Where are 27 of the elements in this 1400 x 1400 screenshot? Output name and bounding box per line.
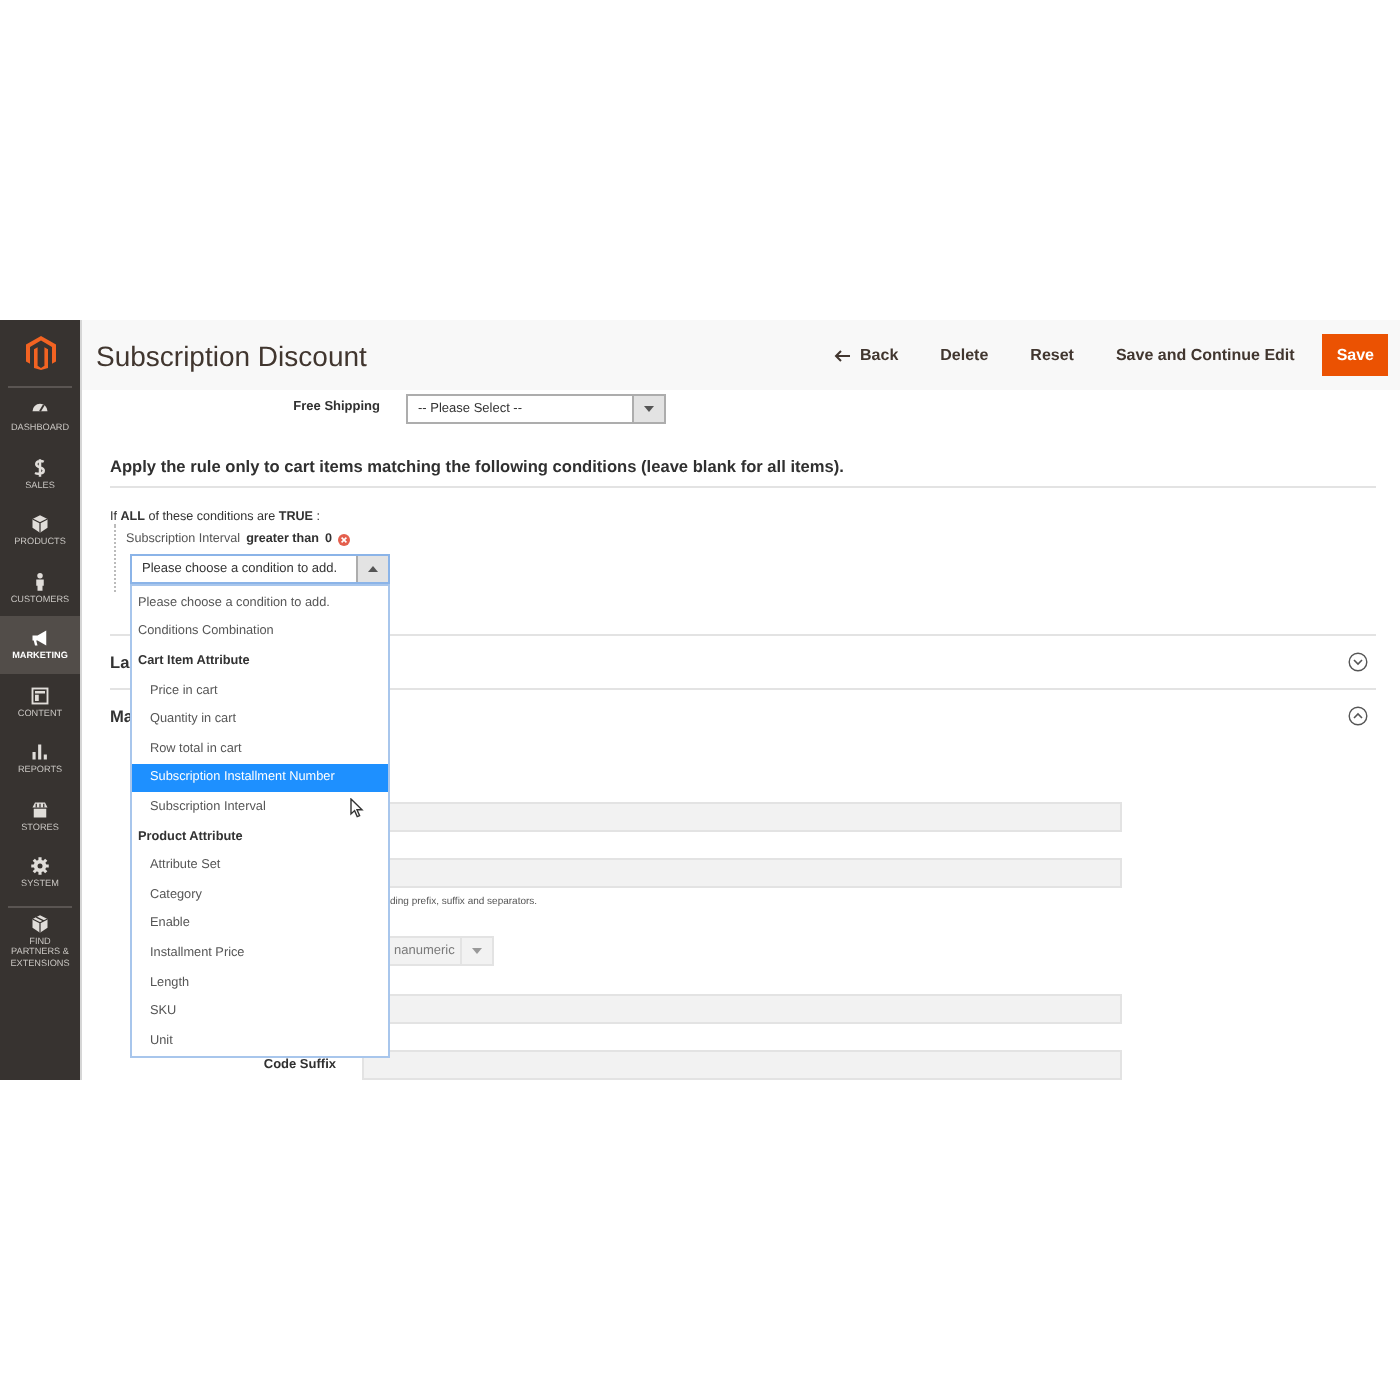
logo-icon[interactable] <box>25 336 55 370</box>
caret-icon <box>472 947 482 953</box>
menu-item-icon <box>30 856 50 877</box>
conditions-heading: Apply the rule only to cart items matching the following conditions (leave blank for all items). <box>110 456 1376 488</box>
section-title[interactable]: La <box>110 652 130 672</box>
collapse-icon[interactable] <box>1348 706 1368 726</box>
menu-item-icon <box>30 571 50 592</box>
cursor-icon <box>350 798 364 819</box>
caret-icon <box>368 566 378 572</box>
caret-icon <box>644 405 654 411</box>
menu-item-icon <box>30 514 50 535</box>
expand-icon[interactable] <box>1348 652 1368 672</box>
menu-item-icon <box>30 685 50 706</box>
menu-item-icon <box>30 914 50 935</box>
save-button[interactable]: Save <box>1322 334 1388 376</box>
action-button[interactable]: Reset <box>1030 336 1074 374</box>
action-button[interactable]: Save and Continue Edit <box>1115 336 1295 374</box>
menu-item-icon <box>30 457 50 478</box>
remove-icon[interactable] <box>337 533 350 545</box>
page-title: Subscription Discount <box>96 339 369 371</box>
menu-item-icon <box>30 799 50 820</box>
menu-item-icon <box>30 742 50 763</box>
menu-item-icon <box>30 628 50 649</box>
action-button[interactable]: Delete <box>940 336 989 374</box>
arrow-icon <box>834 349 851 361</box>
back-button[interactable]: Back <box>834 336 899 374</box>
input-field[interactable] <box>362 1049 1122 1079</box>
